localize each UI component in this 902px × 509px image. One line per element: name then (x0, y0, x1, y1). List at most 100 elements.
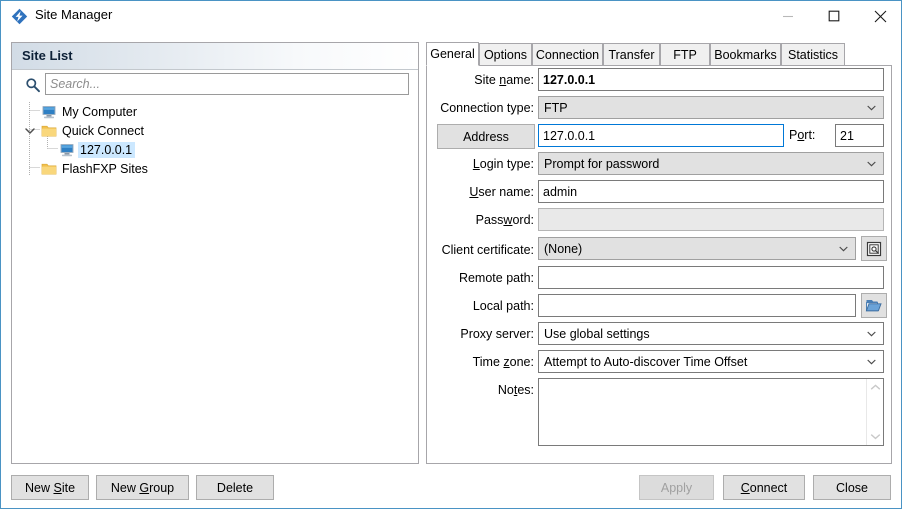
connection-type-select[interactable]: FTP (538, 96, 884, 119)
filezilla-logo-icon (11, 8, 28, 25)
tab-general[interactable]: General (426, 42, 479, 66)
apply-button[interactable]: Apply (639, 475, 714, 500)
connect-button[interactable]: Connect (723, 475, 805, 500)
search-input[interactable] (45, 73, 409, 95)
client-certificate-value: (None) (544, 241, 583, 256)
user-name-label: User name: (469, 185, 534, 199)
site-list-panel: Site List Search... My Computer Quick Co… (11, 42, 419, 464)
site-name-label: Site name: (474, 73, 534, 87)
tab-connection[interactable]: Connection (532, 43, 603, 65)
port-label: Port: (789, 128, 816, 142)
tree-item-quick-connect[interactable]: Quick Connect (40, 121, 147, 140)
tree-item-label: Quick Connect (62, 123, 144, 138)
chevron-down-icon (867, 105, 876, 111)
tab-label: Options (483, 47, 528, 62)
computer-icon (42, 105, 56, 118)
new-site-button[interactable]: New Site (11, 475, 89, 500)
search-row (12, 70, 418, 100)
notes-scrollbar[interactable] (866, 379, 883, 445)
tab-label: FTP (673, 47, 697, 62)
client-certificate-select[interactable]: (None) (538, 237, 856, 260)
local-path-input[interactable] (538, 294, 856, 317)
close-label: Close (836, 480, 868, 495)
delete-button[interactable]: Delete (196, 475, 274, 500)
time-zone-value: Attempt to Auto-discover Time Offset (544, 354, 748, 369)
chevron-down-icon (867, 331, 876, 337)
site-list-header: Site List (12, 43, 418, 70)
address-input[interactable] (538, 124, 784, 147)
folder-icon (41, 125, 57, 137)
proxy-server-value: Use global settings (544, 326, 650, 341)
client-certificate-label: Client certificate: (441, 243, 534, 257)
chevron-down-icon (839, 246, 848, 252)
tab-panel-general: Site name: Connection type: FTP Address … (426, 65, 892, 464)
tree-item-flashfxp-sites[interactable]: FlashFXP Sites (40, 159, 151, 178)
window-title: Site Manager (35, 7, 113, 22)
connect-label: Connect (740, 480, 788, 495)
tree-item-127-0-0-1[interactable]: 127.0.0.1 (58, 140, 136, 159)
remote-path-label: Remote path: (458, 271, 534, 285)
remote-path-input[interactable] (538, 266, 884, 289)
tab-label: General (430, 47, 475, 61)
apply-label: Apply (660, 480, 693, 495)
notes-textarea[interactable] (538, 378, 884, 446)
tree-item-label: My Computer (62, 104, 138, 119)
close-button[interactable]: Close (813, 475, 891, 500)
login-type-label: Login type: (472, 157, 534, 171)
scroll-up-icon[interactable] (870, 384, 881, 391)
time-zone-select[interactable]: Attempt to Auto-discover Time Offset (538, 350, 884, 373)
computer-icon (60, 143, 74, 156)
chevron-down-icon[interactable] (24, 125, 36, 137)
tree-item-my-computer[interactable]: My Computer (40, 102, 140, 121)
folder-browse-icon (865, 300, 882, 312)
tab-label: Transfer (608, 47, 655, 62)
time-zone-label: Time zone: (472, 355, 534, 369)
close-icon[interactable] (857, 1, 902, 31)
tree-item-label: 127.0.0.1 (78, 141, 136, 158)
address-button-label: Address (463, 129, 509, 144)
connection-type-value: FTP (544, 100, 568, 115)
tab-statistics[interactable]: Statistics (781, 43, 845, 65)
scroll-down-icon[interactable] (870, 433, 881, 440)
password-label: Password: (475, 213, 534, 227)
maximize-icon[interactable] (811, 1, 857, 31)
tab-label: Statistics (787, 47, 838, 62)
tab-transfer[interactable]: Transfer (603, 43, 660, 65)
chevron-down-icon (867, 359, 876, 365)
settings-pane: General Options Connection Transfer FTP … (426, 42, 892, 464)
new-group-button[interactable]: New Group (96, 475, 189, 500)
tab-options[interactable]: Options (479, 43, 532, 65)
certificate-icon (866, 241, 882, 256)
folder-icon (41, 163, 57, 175)
new-site-label: New Site (24, 480, 76, 495)
proxy-server-label: Proxy server: (460, 327, 534, 341)
proxy-server-select[interactable]: Use global settings (538, 322, 884, 345)
chevron-down-icon (867, 161, 876, 167)
tab-label: Bookmarks (714, 47, 777, 62)
delete-label: Delete (216, 480, 254, 495)
tab-ftp[interactable]: FTP (660, 43, 710, 65)
user-name-input[interactable] (538, 180, 884, 203)
title-bar: Site Manager (1, 1, 901, 31)
tree-item-label: FlashFXP Sites (62, 161, 148, 176)
tab-bookmarks[interactable]: Bookmarks (710, 43, 781, 65)
new-group-label: New Group (110, 480, 175, 495)
local-path-label: Local path: (472, 299, 534, 313)
search-icon (25, 77, 41, 93)
notes-label: Notes: (497, 383, 534, 397)
local-path-browse-button[interactable] (861, 293, 887, 318)
site-list-title: Site List (22, 48, 73, 63)
address-button[interactable]: Address (437, 124, 535, 149)
site-name-input[interactable] (538, 68, 884, 91)
tab-strip: General Options Connection Transfer FTP … (426, 42, 892, 66)
site-manager-window: Site Manager Site List Search... My Comp… (0, 0, 902, 509)
site-tree[interactable]: My Computer Quick Connect 127.0.0.1 Flas… (12, 101, 418, 463)
login-type-value: Prompt for password (544, 156, 660, 171)
connection-type-label: Connection type: (440, 101, 534, 115)
port-input[interactable] (835, 124, 884, 147)
password-input[interactable] (538, 208, 884, 231)
minimize-icon[interactable] (765, 1, 811, 31)
client-certificate-browse-button[interactable] (861, 236, 887, 261)
login-type-select[interactable]: Prompt for password (538, 152, 884, 175)
tab-label: Connection (535, 47, 600, 62)
